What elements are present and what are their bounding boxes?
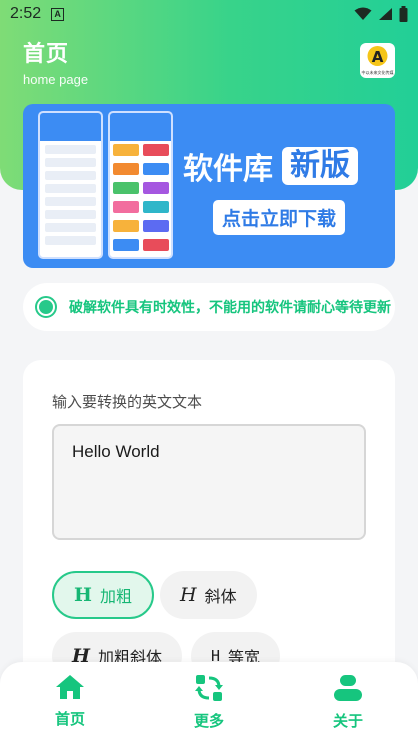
page: 2:52 A 首页 home page A 中以未来文化传媒 软件库 新版 点击… <box>0 0 418 743</box>
download-button[interactable]: 点击立即下载 <box>213 200 346 235</box>
home-icon <box>56 675 84 699</box>
user-icon <box>334 675 362 701</box>
style-italic-button[interactable]: H 斜体 <box>160 571 257 619</box>
nav-about[interactable]: 关于 <box>308 674 388 731</box>
notification-a-icon: A <box>51 7 65 21</box>
signal-icon <box>379 8 392 20</box>
page-title-block: 首页 home page <box>23 36 88 87</box>
logo-a-icon: A 中以未来文化传媒 <box>362 46 394 75</box>
banner-title: 软件库 新版 <box>183 144 358 188</box>
page-title: 首页 <box>23 42 70 67</box>
page-subtitle: home page <box>23 72 89 87</box>
status-time: 2:52 <box>10 5 42 22</box>
bold-h-icon: H <box>74 584 92 606</box>
nav-about-label: 关于 <box>332 712 363 730</box>
logo-letter: A <box>372 48 384 66</box>
notice-text: 破解软件具有时效性，不能用的软件请耐心等待更新 <box>69 300 391 316</box>
italic-h-icon: H <box>180 584 197 606</box>
banner-phone-right <box>108 111 173 259</box>
wifi-icon <box>354 7 372 20</box>
banner-title-text: 软件库 <box>183 152 273 187</box>
input-label: 输入要转换的英文文本 <box>52 393 203 411</box>
notice-bar: 破解软件具有时效性，不能用的软件请耐心等待更新 <box>23 283 395 331</box>
status-bar: 2:52 A <box>0 0 418 28</box>
status-icons <box>354 6 408 22</box>
battery-icon <box>399 6 408 22</box>
refresh-grid-icon <box>195 675 223 701</box>
banner-tag: 新版 <box>282 147 358 185</box>
app-logo[interactable]: A 中以未来文化传媒 <box>360 43 395 78</box>
nav-home-label: 首页 <box>54 710 85 728</box>
style-italic-label: 斜体 <box>204 587 237 606</box>
download-banner[interactable]: 软件库 新版 点击立即下载 <box>23 104 395 268</box>
nav-home[interactable]: 首页 <box>30 674 110 729</box>
nav-more[interactable]: 更多 <box>169 674 249 731</box>
style-bold-button[interactable]: H 加粗 <box>52 571 154 619</box>
notice-dot-icon <box>35 296 57 318</box>
banner-phone-left <box>38 111 103 259</box>
logo-caption: 中以未来文化传媒 <box>362 69 394 75</box>
text-input[interactable]: Hello World <box>52 424 366 540</box>
bottom-nav: 首页 更多 关于 <box>0 662 418 743</box>
nav-more-label: 更多 <box>193 712 224 730</box>
style-bold-label: 加粗 <box>99 587 132 606</box>
